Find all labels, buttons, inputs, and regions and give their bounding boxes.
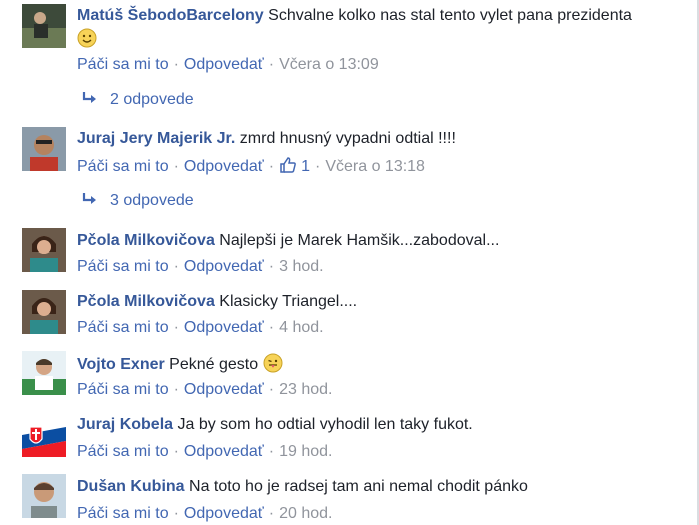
view-replies-link[interactable]: 3 odpovede (82, 191, 194, 211)
action-separator: · (173, 381, 179, 398)
action-separator: · (173, 56, 179, 73)
comment-line: Juraj Kobela Ja by som ho odtial vyhodil… (77, 415, 473, 435)
action-separator: · (268, 505, 275, 522)
action-separator: · (268, 381, 275, 398)
timestamp[interactable]: 23 hod. (279, 381, 332, 398)
comment-text: Pekné gesto (169, 356, 259, 373)
comment-line: Pčola Milkovičova Najlepši je Marek Hamš… (77, 231, 499, 251)
comment-author[interactable]: Pčola Milkovičova (77, 232, 215, 249)
comment-actions: Páči sa mi to · Odpovedať · Včera o 13:09 (77, 55, 379, 75)
like-count: 1 (301, 158, 310, 175)
view-replies-link[interactable]: 2 odpovede (82, 90, 194, 110)
avatar[interactable] (22, 351, 66, 395)
timestamp[interactable]: Včera o 13:18 (325, 158, 425, 175)
comment-author[interactable]: Matúš ŠebodoBarcelony (77, 7, 264, 24)
comment-text: Na toto ho je radsej tam ani nemal chodi… (189, 478, 528, 495)
comment-author[interactable]: Dušan Kubina (77, 478, 185, 495)
comment-author[interactable]: Juraj Jery Majerik Jr. (77, 130, 235, 147)
reply-link[interactable]: Odpovedať (184, 443, 264, 460)
reply-link[interactable]: Odpovedať (184, 258, 264, 275)
reply-link[interactable]: Odpovedať (184, 158, 264, 175)
comment-text: zmrd hnusný vypadni odtial !!!! (239, 130, 456, 147)
comment-author[interactable]: Juraj Kobela (77, 416, 173, 433)
avatar[interactable] (22, 127, 66, 171)
replies-count: 2 odpovede (110, 91, 194, 108)
comment-line: Pčola Milkovičova Klasicky Triangel.... (77, 292, 357, 312)
action-separator: · (268, 443, 275, 460)
timestamp[interactable]: 19 hod. (279, 443, 332, 460)
smile-emoji-icon (77, 28, 97, 48)
reply-link[interactable]: Odpovedať (184, 319, 264, 336)
comment-line (77, 28, 97, 50)
action-separator: · (173, 319, 179, 336)
comment-line: Dušan Kubina Na toto ho je radsej tam an… (77, 477, 528, 497)
comment-text: Schvalne kolko nas stal tento vylet pana… (268, 7, 632, 24)
reply-link[interactable]: Odpovedať (184, 505, 264, 522)
comment-text: Ja by som ho odtial vyhodil len taky fuk… (177, 416, 473, 433)
comment-author[interactable]: Vojto Exner (77, 356, 165, 373)
thumbs-up-icon (280, 157, 296, 173)
like-link[interactable]: Páči sa mi to (77, 319, 169, 336)
comment-actions: Páči sa mi to · Odpovedať · 4 hod. (77, 318, 324, 338)
action-separator: · (268, 258, 275, 275)
tongue-emoji-icon (263, 353, 283, 373)
action-separator: · (173, 505, 179, 522)
comment-author[interactable]: Pčola Milkovičova (77, 293, 215, 310)
action-separator: · (315, 158, 321, 175)
timestamp[interactable]: Včera o 13:09 (279, 56, 379, 73)
timestamp[interactable]: 20 hod. (279, 505, 332, 522)
comment-actions: Páči sa mi to · Odpovedať · 23 hod. (77, 380, 332, 400)
avatar[interactable] (22, 290, 66, 334)
timestamp[interactable]: 4 hod. (279, 319, 323, 336)
avatar[interactable] (22, 228, 66, 272)
replies-count: 3 odpovede (110, 192, 194, 209)
like-link[interactable]: Páči sa mi to (77, 56, 169, 73)
comment-actions: Páči sa mi to · Odpovedať · 19 hod. (77, 442, 332, 462)
like-link[interactable]: Páči sa mi to (77, 443, 169, 460)
avatar[interactable] (22, 4, 66, 48)
reply-link[interactable]: Odpovedať (184, 381, 264, 398)
comment-line: Vojto Exner Pekné gesto (77, 353, 283, 375)
like-link[interactable]: Páči sa mi to (77, 505, 169, 522)
like-link[interactable]: Páči sa mi to (77, 258, 169, 275)
avatar[interactable] (22, 413, 66, 457)
comment-text: Najlepši je Marek Hamšik...zabodoval... (219, 232, 500, 249)
action-separator: · (173, 258, 179, 275)
comment-actions: Páči sa mi to · Odpovedať · 3 hod. (77, 257, 324, 277)
comment-line: Matúš ŠebodoBarcelony Schvalne kolko nas… (77, 6, 632, 26)
action-separator: · (268, 56, 275, 73)
action-separator: · (268, 158, 275, 175)
like-link[interactable]: Páči sa mi to (77, 158, 169, 175)
action-separator: · (268, 319, 275, 336)
action-separator: · (173, 443, 179, 460)
reply-arrow-icon (82, 193, 96, 204)
timestamp[interactable]: 3 hod. (279, 258, 323, 275)
like-count-button[interactable]: 1 (279, 157, 310, 175)
comment-actions: Páči sa mi to · Odpovedať · 20 hod. (77, 504, 332, 524)
reply-arrow-icon (82, 92, 96, 103)
comment-line: Juraj Jery Majerik Jr. zmrd hnusný vypad… (77, 129, 456, 149)
comment-actions: Páči sa mi to · Odpovedať · 1 · Včera o 13:18 (77, 156, 425, 177)
comment-text: Klasicky Triangel.... (219, 293, 358, 310)
like-link[interactable]: Páči sa mi to (77, 381, 169, 398)
action-separator: · (173, 158, 179, 175)
reply-link[interactable]: Odpovedať (184, 56, 264, 73)
avatar[interactable] (22, 474, 66, 518)
